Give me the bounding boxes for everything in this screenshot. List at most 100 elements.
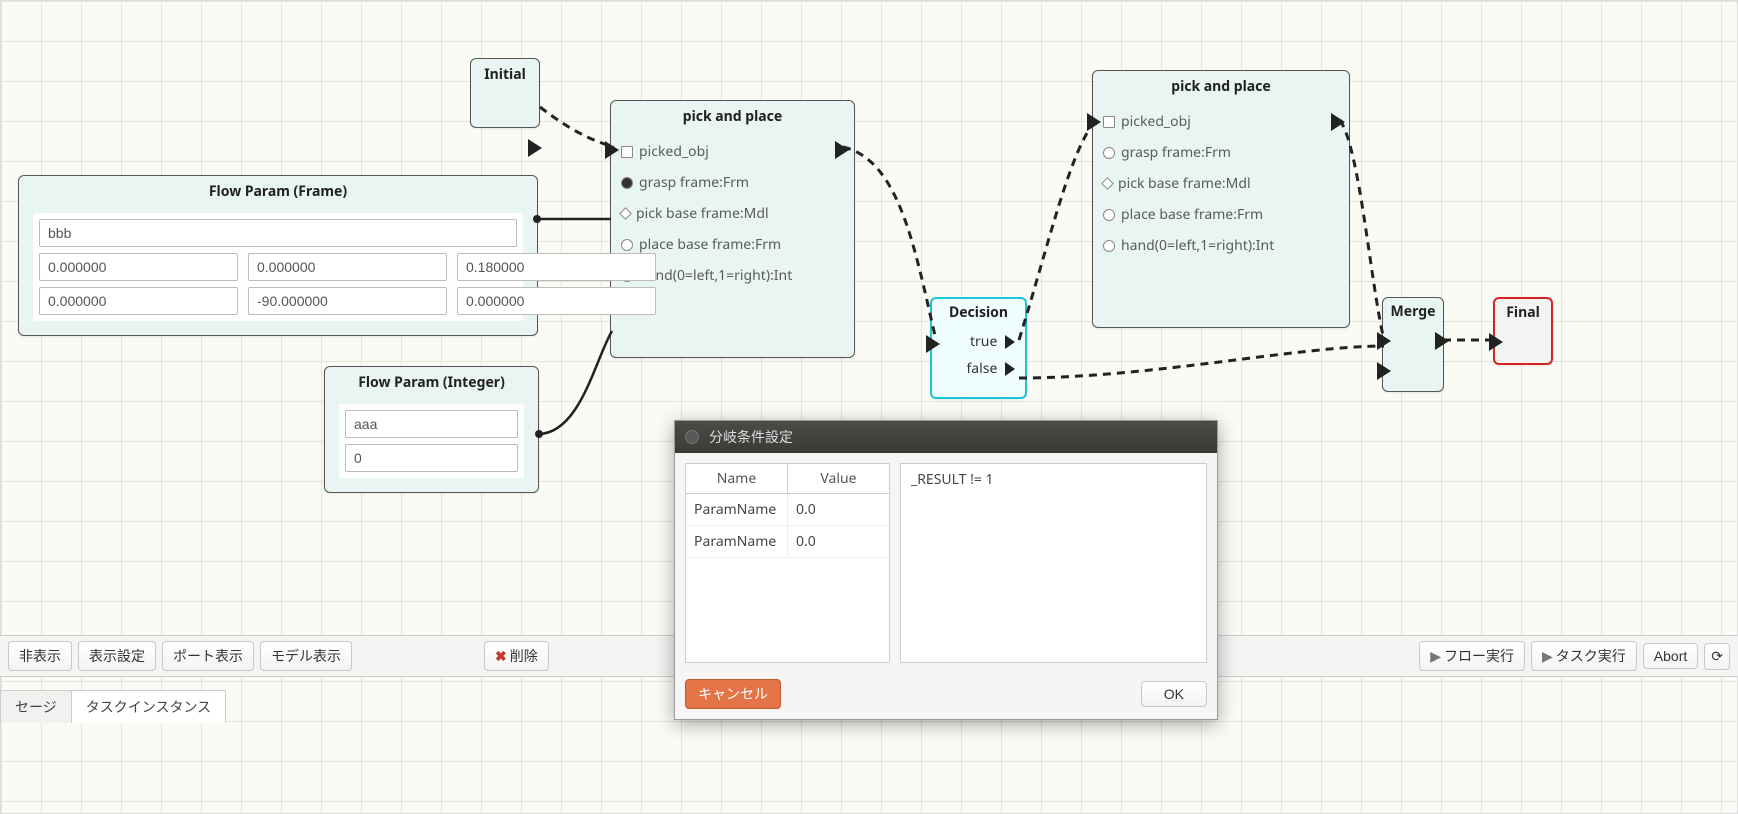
- port-picked-obj[interactable]: picked_obj: [621, 136, 844, 167]
- task-run-button[interactable]: ▶タスク実行: [1531, 641, 1637, 671]
- port-label: pick base frame:Mdl: [1118, 174, 1251, 193]
- flow-out-port[interactable]: [835, 141, 849, 159]
- ok-button[interactable]: OK: [1141, 681, 1207, 707]
- flow-in-port[interactable]: [926, 335, 940, 353]
- node-flow-param-integer-title: Flow Param (Integer): [325, 367, 538, 398]
- port-label: hand(0=left,1=right):Int: [1121, 236, 1274, 255]
- node-decision-title: Decision: [932, 299, 1025, 326]
- table-row[interactable]: ParamName 0.0: [686, 494, 889, 526]
- dialog-title: 分岐条件設定: [709, 427, 793, 447]
- hide-button[interactable]: 非表示: [8, 641, 72, 671]
- column-header-value: Value: [788, 464, 889, 493]
- decision-false-branch[interactable]: false: [932, 355, 1025, 382]
- port-label: picked_obj: [1121, 112, 1191, 131]
- node-pick-place-1-title: pick and place: [611, 101, 854, 132]
- abort-button[interactable]: Abort: [1643, 643, 1698, 669]
- flow-out-port[interactable]: [528, 139, 542, 157]
- delete-button[interactable]: ✖削除: [484, 641, 549, 671]
- node-merge-title: Merge: [1383, 298, 1443, 325]
- frame-x-input[interactable]: [39, 253, 238, 281]
- port-shape-circle-icon: [621, 239, 633, 251]
- cell-value: 0.0: [788, 526, 889, 557]
- port-label: place base frame:Frm: [1121, 205, 1263, 224]
- node-pick-place-1[interactable]: pick and place picked_obj grasp frame:Fr…: [610, 100, 855, 358]
- port-shape-circle-icon: [621, 177, 633, 189]
- node-decision[interactable]: Decision true false: [930, 297, 1027, 399]
- port-pick-base[interactable]: pick base frame:Mdl: [1103, 168, 1339, 199]
- refresh-icon: ⟳: [1711, 648, 1723, 664]
- delete-label: 削除: [510, 648, 538, 664]
- port-shape-square-icon: [1103, 116, 1115, 128]
- flow-in-port[interactable]: [1087, 113, 1101, 131]
- cell-value: 0.0: [788, 494, 889, 525]
- condition-param-table[interactable]: Name Value ParamName 0.0 ParamName 0.0: [685, 463, 890, 663]
- port-label: place base frame:Frm: [639, 235, 781, 254]
- frame-y-input[interactable]: [248, 253, 447, 281]
- flow-in-port[interactable]: [1489, 333, 1503, 351]
- tab-message[interactable]: セージ: [0, 690, 72, 723]
- frame-param-name-input[interactable]: [39, 219, 517, 247]
- port-shape-circle-icon: [1103, 147, 1115, 159]
- tab-task-instance[interactable]: タスクインスタンス: [71, 690, 226, 723]
- model-display-button[interactable]: モデル表示: [260, 641, 352, 671]
- flow-out-port[interactable]: [1331, 113, 1345, 131]
- flow-in-port[interactable]: [1377, 362, 1391, 380]
- flow-out-port[interactable]: [1005, 335, 1015, 349]
- port-label: picked_obj: [639, 142, 709, 161]
- decision-true-branch[interactable]: true: [932, 328, 1025, 355]
- node-final-title: Final: [1495, 299, 1551, 326]
- frame-ry-input[interactable]: [248, 287, 447, 315]
- int-param-value-input[interactable]: [345, 444, 518, 472]
- flow-in-port[interactable]: [605, 141, 619, 159]
- flow-out-port[interactable]: [1435, 332, 1449, 350]
- flow-run-button[interactable]: ▶フロー実行: [1419, 641, 1525, 671]
- node-pick-place-2[interactable]: pick and place picked_obj grasp frame:Fr…: [1092, 70, 1350, 328]
- port-label: grasp frame:Frm: [1121, 143, 1231, 162]
- port-picked-obj[interactable]: picked_obj: [1103, 106, 1339, 137]
- refresh-button[interactable]: ⟳: [1704, 643, 1730, 670]
- flow-run-label: フロー実行: [1444, 648, 1514, 664]
- node-flow-param-frame[interactable]: Flow Param (Frame): [18, 175, 538, 336]
- flow-in-port[interactable]: [1377, 332, 1391, 350]
- frame-rz-input[interactable]: [457, 287, 656, 315]
- close-icon[interactable]: [685, 430, 699, 444]
- condition-expression-input[interactable]: _RESULT != 1: [900, 463, 1207, 663]
- table-row[interactable]: ParamName 0.0: [686, 526, 889, 558]
- port-shape-circle-icon: [1103, 240, 1115, 252]
- node-final[interactable]: Final: [1493, 297, 1553, 365]
- node-initial-title: Initial: [471, 59, 539, 90]
- port-label: grasp frame:Frm: [639, 173, 749, 192]
- port-pick-base[interactable]: pick base frame:Mdl: [621, 198, 844, 229]
- dialog-titlebar[interactable]: 分岐条件設定: [675, 421, 1217, 453]
- port-grasp-frame[interactable]: grasp frame:Frm: [621, 167, 844, 198]
- flow-out-port[interactable]: [1005, 362, 1015, 376]
- port-shape-square-icon: [621, 146, 633, 158]
- frame-z-input[interactable]: [457, 253, 656, 281]
- frame-rx-input[interactable]: [39, 287, 238, 315]
- cell-name: ParamName: [686, 526, 788, 557]
- port-display-button[interactable]: ポート表示: [162, 641, 254, 671]
- cancel-button[interactable]: キャンセル: [685, 679, 781, 709]
- cell-name: ParamName: [686, 494, 788, 525]
- node-initial[interactable]: Initial: [470, 58, 540, 128]
- port-hand[interactable]: hand(0=left,1=right):Int: [1103, 230, 1339, 261]
- task-run-label: タスク実行: [1556, 648, 1626, 664]
- x-icon: ✖: [495, 648, 507, 664]
- port-grasp-frame[interactable]: grasp frame:Frm: [1103, 137, 1339, 168]
- decision-false-label: false: [966, 359, 997, 378]
- node-flow-param-integer[interactable]: Flow Param (Integer): [324, 366, 539, 493]
- node-pick-place-2-title: pick and place: [1093, 71, 1349, 102]
- node-flow-param-frame-title: Flow Param (Frame): [19, 176, 537, 207]
- branch-condition-dialog[interactable]: 分岐条件設定 Name Value ParamName 0.0 ParamNam…: [674, 420, 1218, 720]
- port-shape-diamond-icon: [1101, 177, 1114, 190]
- display-settings-button[interactable]: 表示設定: [78, 641, 156, 671]
- decision-true-label: true: [970, 332, 997, 351]
- node-merge[interactable]: Merge: [1382, 297, 1444, 392]
- play-icon: ▶: [1542, 648, 1553, 664]
- int-param-name-input[interactable]: [345, 410, 518, 438]
- play-icon: ▶: [1430, 648, 1441, 664]
- bottom-tabbar: セージ タスクインスタンス: [0, 690, 225, 723]
- column-header-name: Name: [686, 464, 788, 493]
- port-place-base[interactable]: place base frame:Frm: [1103, 199, 1339, 230]
- port-label: pick base frame:Mdl: [636, 204, 769, 223]
